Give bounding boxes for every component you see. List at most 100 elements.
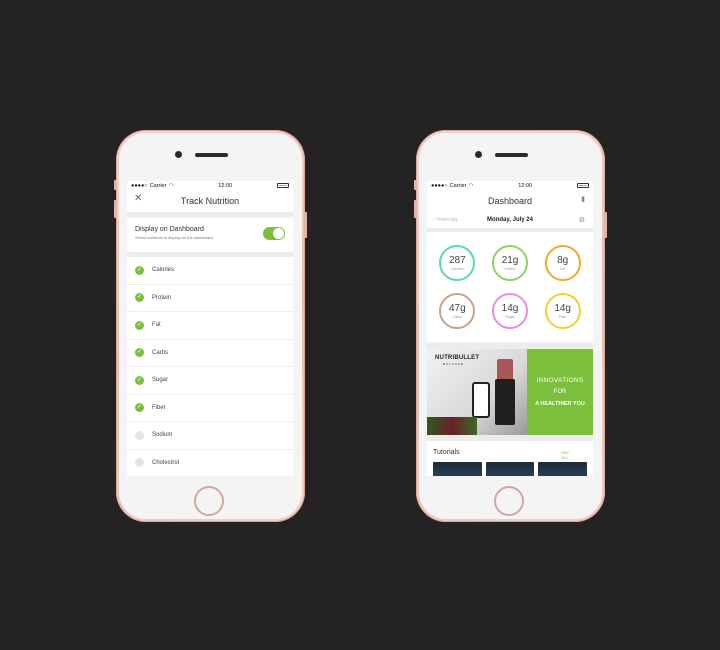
nav-bar: ✕ Track Nutrition	[127, 190, 293, 212]
brand-subtitle: BALANCE	[443, 362, 465, 366]
wifi-icon: ◠	[468, 182, 474, 189]
nutrient-label: Sodium	[152, 432, 173, 439]
ring-cell: 14g Fiber	[536, 287, 589, 335]
tutorial-thumbnail[interactable]	[538, 462, 588, 476]
nutrient-rings: 287 Calories 21g Protein 8g Fat 47g Carbs 14g Sug…	[427, 232, 593, 342]
ring-value: 287	[448, 254, 466, 266]
home-button	[194, 486, 224, 516]
side-button	[114, 180, 117, 190]
status-carrier: ●●●●○ Carrier ◠	[431, 183, 473, 189]
check-icon: ✓	[135, 375, 144, 385]
vegetables-image	[427, 417, 477, 435]
tutorial-thumbnail[interactable]	[485, 462, 535, 476]
front-camera	[175, 151, 182, 158]
carrier-label: Carrier	[149, 182, 167, 189]
check-icon: ✓	[135, 320, 144, 330]
status-time: 12:00	[218, 182, 232, 189]
signal-icon: ●●●●○	[431, 182, 448, 189]
signal-icon: ●●●●○	[131, 182, 148, 189]
see-all-link[interactable]: SEE ALL	[559, 450, 571, 460]
nutrient-item-protein[interactable]: ✓ Protein	[127, 285, 293, 312]
toggle-knob	[273, 228, 284, 239]
phone-right: ●●●●○ Carrier ◠ 12:00 Dashboard ▮ ‹ Yest…	[414, 130, 607, 522]
nutrient-ring-sugar[interactable]: 14g Sugar	[491, 293, 528, 329]
side-button	[414, 180, 417, 190]
dashboard-screen: ●●●●○ Carrier ◠ 12:00 Dashboard ▮ ‹ Yest…	[427, 181, 593, 476]
tutorial-thumbnail[interactable]	[433, 462, 482, 476]
track-nutrition-screen: ●●●●○ Carrier ◠ 12:00 ✕ Track Nutrition …	[127, 181, 293, 476]
blender-image	[495, 379, 515, 425]
nutrient-label: Protein	[152, 294, 172, 301]
display-dashboard-toggle[interactable]	[263, 227, 285, 240]
side-button	[414, 200, 417, 218]
nutrient-ring-fat[interactable]: 8g Fat	[544, 245, 581, 281]
banner-line-3: A HEALTHIER YOU	[535, 401, 585, 407]
page-title: Track Nutrition	[180, 196, 240, 206]
ring-cell: 14g Sugar	[484, 287, 537, 335]
nutrient-list: ✓ Calories ✓ Protein ✓ Fat ✓ Carbs ✓ Sugar ✓ F…	[127, 257, 293, 476]
ring-label: Sugar	[505, 314, 515, 319]
brand-logo-text: NUTRIBULLET	[435, 355, 480, 361]
yesterday-link[interactable]: ‹ Yesterday	[433, 217, 458, 223]
nutrient-label: Cholestrol	[152, 459, 180, 466]
ring-label: Calories	[450, 266, 464, 271]
ring-label: Protein	[504, 266, 516, 271]
battery-icon	[276, 183, 289, 188]
banner-cta: INNOVATIONS FOR A HEALTHIER YOU	[527, 349, 593, 435]
nutrient-label: Calories	[152, 267, 175, 274]
nutrient-label: Fat	[152, 322, 161, 329]
banner-line-1: INNOVATIONS	[536, 377, 584, 384]
battery-icon	[576, 183, 589, 188]
check-icon: ✓	[135, 403, 144, 413]
ring-value: 8g	[557, 254, 569, 266]
gear-icon[interactable]: ⚙	[579, 216, 585, 224]
status-carrier: ●●●●○ Carrier ◠	[131, 183, 173, 189]
front-camera	[475, 151, 482, 158]
promo-banner[interactable]: NUTRIBULLET BALANCE INNOVATIONS FOR A HE…	[427, 349, 593, 435]
blender-icon[interactable]: ▮	[581, 195, 585, 203]
date-bar: ‹ Yesterday Monday, July 24 ⚙	[427, 212, 593, 228]
display-dashboard-card: Display on Dashboard Select nutrients to…	[127, 218, 293, 252]
nutrient-label: Sugar	[152, 377, 169, 384]
ring-label: Fiber	[558, 314, 567, 319]
nutrient-ring-protein[interactable]: 21g Protein	[491, 245, 528, 281]
ring-label: Carbs	[452, 314, 462, 319]
check-icon: ✓	[135, 265, 144, 275]
nutrient-ring-fiber[interactable]: 14g Fiber	[544, 293, 581, 329]
ring-cell: 287 Calories	[431, 239, 484, 287]
side-button	[114, 200, 117, 218]
close-icon[interactable]: ✕	[134, 193, 142, 204]
nutrient-item-sodium[interactable]: ✓ Sodium	[127, 422, 293, 450]
nutrient-item-sugar[interactable]: ✓ Sugar	[127, 367, 293, 395]
tutorial-thumbnails	[433, 462, 588, 476]
check-icon: ✓	[135, 348, 144, 358]
home-button	[494, 486, 524, 516]
nutrient-item-fat[interactable]: ✓ Fat	[127, 312, 293, 340]
nutrient-ring-calories[interactable]: 287 Calories	[439, 245, 476, 281]
ring-value: 21g	[501, 254, 519, 266]
nutrient-label: Fiber	[152, 404, 166, 411]
nutrient-item-cholestrol[interactable]: ✓ Cholestrol	[127, 450, 293, 477]
nutrient-item-carbs[interactable]: ✓ Carbs	[127, 340, 293, 367]
page-title: Dashboard	[487, 196, 533, 206]
nutrient-label: Carbs	[152, 349, 169, 356]
tutorials-section: Tutorials SEE ALL	[427, 441, 593, 476]
nutrient-item-calories[interactable]: ✓ Calories	[127, 257, 293, 285]
nutrient-ring-carbs[interactable]: 47g Carbs	[439, 293, 476, 329]
yesterday-label: Yesterday	[435, 217, 459, 223]
status-time: 12:00	[518, 182, 532, 189]
ring-value: 14g	[501, 302, 519, 314]
check-icon: ✓	[135, 293, 144, 303]
wifi-icon: ◠	[168, 182, 174, 189]
phone-left: ●●●●○ Carrier ◠ 12:00 ✕ Track Nutrition …	[114, 130, 307, 522]
status-bar: ●●●●○ Carrier ◠ 12:00	[427, 181, 593, 190]
current-date: Monday, July 24	[487, 217, 533, 223]
status-bar: ●●●●○ Carrier ◠ 12:00	[127, 181, 293, 190]
banner-line-2: FOR	[553, 389, 567, 395]
ring-label: Fat	[560, 266, 566, 271]
unchecked-icon: ✓	[135, 458, 144, 468]
phone-image	[472, 382, 490, 418]
nutrient-item-fiber[interactable]: ✓ Fiber	[127, 395, 293, 422]
ring-value: 14g	[554, 302, 571, 314]
earpiece-speaker	[195, 153, 228, 157]
